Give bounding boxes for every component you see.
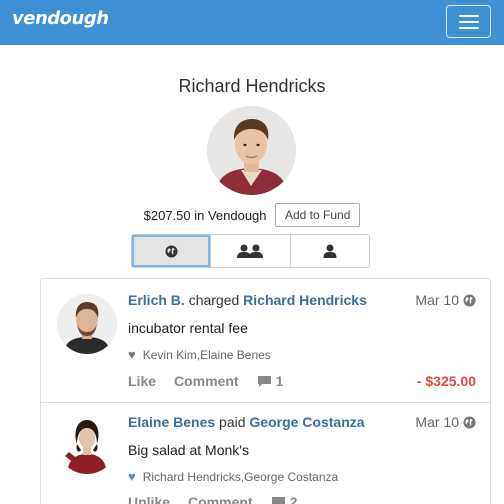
- profile-name: Richard Hendricks: [178, 76, 326, 96]
- add-to-fund-button[interactable]: Add to Fund: [274, 203, 361, 227]
- avatar[interactable]: [57, 294, 117, 354]
- feed-filter-tabs: [131, 234, 370, 268]
- feed-message: Big salad at Monk's: [128, 442, 249, 458]
- globe-icon: [463, 415, 476, 429]
- target-link[interactable]: Richard Hendricks: [243, 292, 367, 308]
- tab-personal[interactable]: [291, 235, 369, 267]
- actor-link[interactable]: Elaine Benes: [128, 414, 215, 430]
- user-icon: [323, 244, 337, 258]
- like-button[interactable]: Like: [128, 373, 156, 389]
- globe-icon: [165, 244, 178, 258]
- feed-actions: Unlike Comment 2: [128, 494, 297, 504]
- navbar: vendough: [0, 0, 504, 45]
- activity-feed: Erlich B. charged Richard Hendricks Mar …: [40, 278, 491, 504]
- tab-public[interactable]: [132, 235, 212, 267]
- transaction-amount: - $325.00: [416, 373, 476, 389]
- liker-name[interactable]: Elaine Benes: [200, 348, 271, 362]
- liker-name[interactable]: Richard Hendricks: [143, 470, 241, 484]
- tab-friends[interactable]: [211, 235, 291, 267]
- brand-logo[interactable]: vendough: [12, 8, 109, 29]
- liked-by: ♥ Kevin Kim, Elaine Benes: [128, 347, 271, 362]
- heart-icon: ♥: [128, 347, 136, 362]
- comment-icon: [257, 375, 271, 387]
- liker-name[interactable]: George Costanza: [244, 470, 338, 484]
- menu-toggle-button[interactable]: [446, 5, 491, 38]
- date-label: Mar 10: [415, 414, 476, 430]
- date-text: Mar 10: [415, 414, 459, 430]
- feed-headline: Erlich B. charged Richard Hendricks: [128, 292, 367, 308]
- liked-by: ♥ Richard Hendricks, George Costanza: [128, 469, 339, 484]
- avatar[interactable]: [57, 414, 117, 474]
- verb-text: paid: [219, 414, 246, 430]
- comment-count[interactable]: 2: [271, 494, 297, 504]
- comment-button[interactable]: Comment: [174, 373, 239, 389]
- verb-text: charged: [188, 292, 240, 308]
- profile-avatar: [207, 106, 296, 195]
- liker-name[interactable]: Kevin Kim: [143, 348, 197, 362]
- feed-item: Erlich B. charged Richard Hendricks Mar …: [41, 279, 490, 402]
- feed-item: Elaine Benes paid George Costanza Mar 10…: [41, 402, 490, 504]
- date-label: Mar 10: [415, 292, 476, 308]
- balance-row: $207.50 in Vendough Add to Fund: [0, 203, 504, 227]
- actor-link[interactable]: Erlich B.: [128, 292, 185, 308]
- comment-count[interactable]: 1: [257, 373, 283, 389]
- globe-icon: [463, 293, 476, 307]
- comment-icon: [271, 496, 285, 504]
- target-link[interactable]: George Costanza: [249, 414, 364, 430]
- unlike-button[interactable]: Unlike: [128, 494, 170, 504]
- comment-button[interactable]: Comment: [188, 494, 253, 504]
- balance-text: $207.50 in Vendough: [143, 207, 267, 223]
- feed-headline: Elaine Benes paid George Costanza: [128, 414, 365, 430]
- heart-icon: ♥: [128, 469, 136, 484]
- friends-icon: [237, 244, 264, 258]
- date-text: Mar 10: [415, 292, 459, 308]
- feed-message: incubator rental fee: [128, 320, 248, 336]
- feed-actions: Like Comment 1: [128, 373, 283, 389]
